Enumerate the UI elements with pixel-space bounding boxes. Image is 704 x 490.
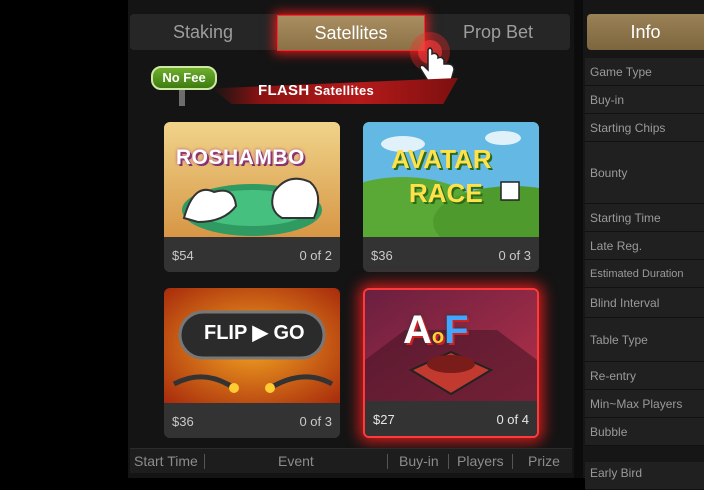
col-players[interactable]: Players xyxy=(457,453,504,469)
sign-pole xyxy=(179,88,185,106)
info-row-buy-in: Buy-in xyxy=(585,86,704,114)
buy-in-price: $54 xyxy=(172,248,194,263)
panel-divider xyxy=(574,0,583,478)
col-buy-in[interactable]: Buy-in xyxy=(399,453,439,469)
column-divider xyxy=(448,454,449,469)
info-row-min-max-players: Min~Max Players xyxy=(585,390,704,418)
game-card-aof[interactable]: AoF $27 0 of 4 xyxy=(363,288,539,438)
info-row-late-reg: Late Reg. xyxy=(585,232,704,260)
info-row-starting-time: Starting Time xyxy=(585,204,704,232)
column-divider xyxy=(387,454,388,469)
col-event[interactable]: Event xyxy=(278,453,314,469)
col-start-time[interactable]: Start Time xyxy=(134,453,198,469)
buy-in-price: $36 xyxy=(172,414,194,429)
aof-a: A xyxy=(403,308,432,352)
buy-in-price: $27 xyxy=(373,412,395,427)
tab-info[interactable]: Info xyxy=(587,14,704,50)
avatar-race-art: AVATAR RACE xyxy=(363,122,539,237)
game-card-avatar-race[interactable]: AVATAR RACE $36 0 of 3 xyxy=(363,122,539,272)
info-row-early-bird: Early Bird xyxy=(585,462,704,490)
game-card-flip-go[interactable]: FLIP ▶ GO $36 0 of 3 xyxy=(164,288,340,438)
satellites-label: Satellites xyxy=(313,83,375,98)
game-card-roshambo[interactable]: ROSHAMBO $54 0 of 2 xyxy=(164,122,340,272)
race-logo: RACE xyxy=(409,178,483,208)
tab-satellites[interactable]: Satellites xyxy=(277,15,425,51)
info-row-starting-chips: Starting Chips xyxy=(585,114,704,142)
roshambo-art: ROSHAMBO xyxy=(164,122,340,237)
info-row-table-type: Table Type xyxy=(585,318,704,362)
player-count: 0 of 3 xyxy=(299,414,332,429)
flash-satellites-title: FLASH Satellites xyxy=(258,82,374,99)
info-row-bubble: Bubble xyxy=(585,418,704,446)
flash-label: FLASH xyxy=(258,82,310,99)
aof-art: AoF xyxy=(365,290,537,405)
info-row-re-entry: Re-entry xyxy=(585,362,704,390)
aof-f: F xyxy=(444,308,469,352)
buy-in-price: $36 xyxy=(371,248,393,263)
no-fee-badge: No Fee xyxy=(151,66,217,90)
info-row-estimated-duration: Estimated Duration xyxy=(585,260,704,288)
column-divider xyxy=(512,454,513,469)
column-divider xyxy=(204,454,205,469)
player-count: 0 of 4 xyxy=(496,412,529,427)
avatar-logo: AVATAR xyxy=(391,144,492,174)
tab-staking[interactable]: Staking xyxy=(130,14,276,50)
flip-go-logo: FLIP ▶ GO xyxy=(204,322,305,344)
table-header: Start Time Event Buy-in Players Prize xyxy=(130,448,572,473)
player-count: 0 of 2 xyxy=(299,248,332,263)
roshambo-logo: ROSHAMBO xyxy=(176,146,305,169)
aof-logo: AoF xyxy=(403,308,469,353)
col-prize[interactable]: Prize xyxy=(528,453,560,469)
info-row-bounty: Bounty xyxy=(585,142,704,204)
player-count: 0 of 3 xyxy=(498,248,531,263)
flip-go-art: FLIP ▶ GO xyxy=(164,288,340,403)
info-row-blind-interval: Blind Interval xyxy=(585,288,704,318)
aof-o: o xyxy=(431,326,445,348)
info-row-game-type: Game Type xyxy=(585,58,704,86)
